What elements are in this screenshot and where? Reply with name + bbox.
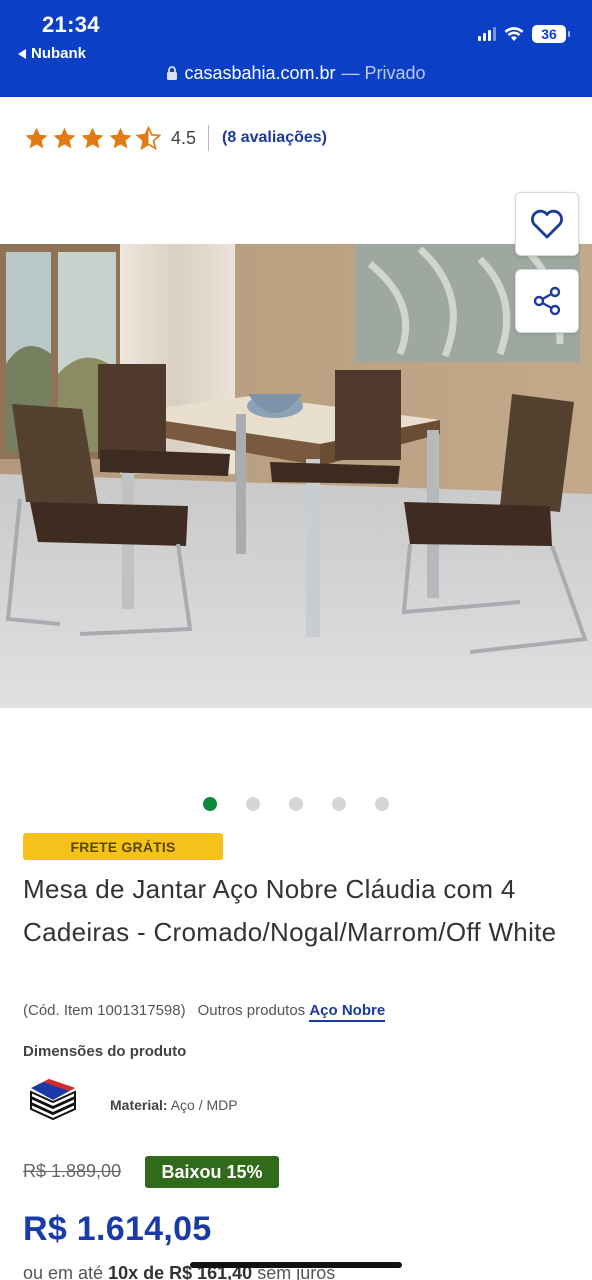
star-half-icon [136,125,161,150]
carousel-dot[interactable] [246,797,260,811]
old-price: R$ 1.889,00 [23,1161,122,1181]
discount-badge: Baixou 15% [145,1156,279,1188]
rating-divider [208,125,210,151]
dimensions-title: Dimensões do produto [23,1043,187,1060]
share-button[interactable] [515,269,579,333]
product-image[interactable] [0,244,592,708]
private-mode-label: — Privado [341,63,426,83]
material-label: Material: [110,1097,168,1113]
product-code: (Cód. Item 1001317598) [23,1002,186,1019]
star-full-icon [53,127,76,148]
browser-top-bar: 21:34 Nubank 36 casasbahia.com.br — Priv… [0,0,592,97]
material-layers-icon [30,1079,76,1121]
rating-stars [24,125,161,151]
free-shipping-badge: FRETE GRÁTIS [23,833,223,860]
product-title: Mesa de Jantar Aço Nobre Cláudia com 4 C… [23,874,557,947]
heart-icon [531,209,563,239]
wifi-icon [504,26,524,41]
reviews-link[interactable]: (8 avaliações) [222,129,327,147]
carousel-dot[interactable] [332,797,346,811]
carousel-dot[interactable] [203,797,217,811]
star-full-icon [109,127,132,148]
back-to-app-button[interactable]: Nubank [18,45,86,62]
carousel-dot[interactable] [289,797,303,811]
lock-icon [167,66,178,80]
other-products-label: Outros produtos [197,1002,306,1019]
home-indicator[interactable] [190,1262,402,1268]
carousel-dot[interactable] [375,797,389,811]
favorite-button[interactable] [515,192,579,256]
star-full-icon [81,127,104,148]
star-full-icon [25,127,48,148]
back-arrow-icon [18,48,26,59]
material-value: Aço / MDP [170,1097,238,1113]
dining-set-illustration [0,244,592,708]
material-spec: Material: Aço / MDP [110,1097,238,1113]
battery-indicator: 36 [532,25,570,43]
back-app-label: Nubank [31,45,87,62]
current-price: R$ 1.614,05 [23,1210,212,1248]
installments-prefix: ou em até [23,1263,104,1280]
product-rating: 4.5 (8 avaliações) [24,124,327,152]
rating-value: 4.5 [171,127,197,148]
carousel-indicator [0,797,592,811]
share-icon [533,286,561,316]
brand-link[interactable]: Aço Nobre [309,1002,386,1022]
cellular-signal-icon [478,27,496,41]
status-time: 21:34 [42,12,100,37]
product-code-line: (Cód. Item 1001317598) Outros produtos A… [23,1002,386,1022]
url-domain: casasbahia.com.br [184,63,336,83]
url-bar[interactable]: casasbahia.com.br — Privado [0,63,592,84]
status-icons: 36 [478,25,570,43]
